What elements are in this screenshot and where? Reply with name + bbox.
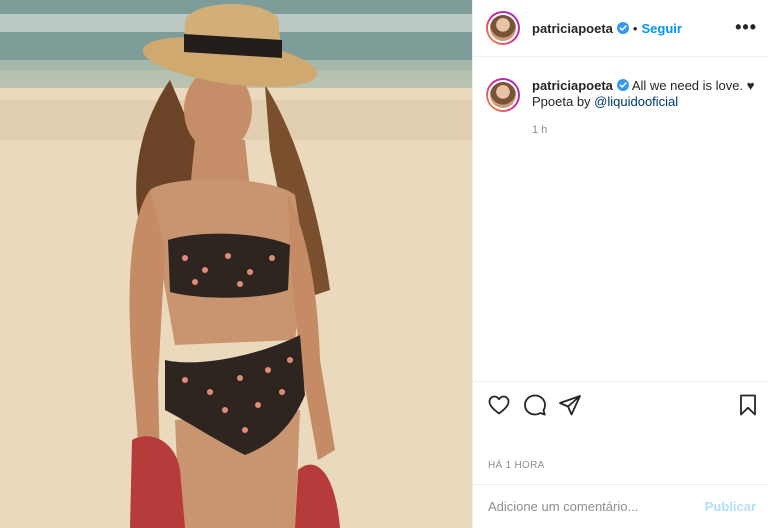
caption: patriciapoeta All we need is love. ♥ Ppo… <box>486 78 758 112</box>
beach-photo-illustration <box>0 0 472 528</box>
comment-box: Publicar <box>473 484 768 528</box>
caption-avatar-image <box>490 82 516 108</box>
comment-icon[interactable] <box>523 393 547 417</box>
action-bar <box>473 381 768 427</box>
more-options-icon[interactable]: ••• <box>735 18 757 36</box>
avatar-frame <box>488 13 518 43</box>
caption-avatar-frame <box>488 80 518 110</box>
username-link[interactable]: patriciapoeta <box>532 21 613 36</box>
caption-verified-badge-icon <box>616 79 629 91</box>
post-timestamp: HÁ 1 HORA <box>488 460 545 471</box>
caption-text: patriciapoeta All we need is love. ♥ Ppo… <box>532 78 754 112</box>
post-photo[interactable] <box>0 0 472 528</box>
caption-timestamp: 1 h <box>532 124 548 136</box>
follow-button[interactable]: Seguir <box>641 21 681 36</box>
post-header: patriciapoeta • Seguir ••• <box>473 0 768 57</box>
bookmark-icon[interactable] <box>736 393 760 417</box>
caption-line-1: All we need is love. ♥ <box>631 78 755 93</box>
separator-dot: • <box>632 20 638 36</box>
avatar[interactable] <box>486 11 520 45</box>
post-sidebar: patriciapoeta • Seguir ••• patriciapoeta… <box>472 0 768 528</box>
share-icon[interactable] <box>558 393 582 417</box>
caption-avatar[interactable] <box>486 78 520 112</box>
caption-username[interactable]: patriciapoeta <box>532 78 613 93</box>
avatar-image <box>490 15 516 41</box>
mention-link[interactable]: @liquidooficial <box>594 94 678 109</box>
heart-icon[interactable] <box>487 393 511 417</box>
verified-badge-icon <box>616 22 629 34</box>
comment-input[interactable] <box>488 499 705 514</box>
publish-button[interactable]: Publicar <box>705 499 756 514</box>
caption-line-2-prefix: Ppoeta by <box>532 94 595 109</box>
